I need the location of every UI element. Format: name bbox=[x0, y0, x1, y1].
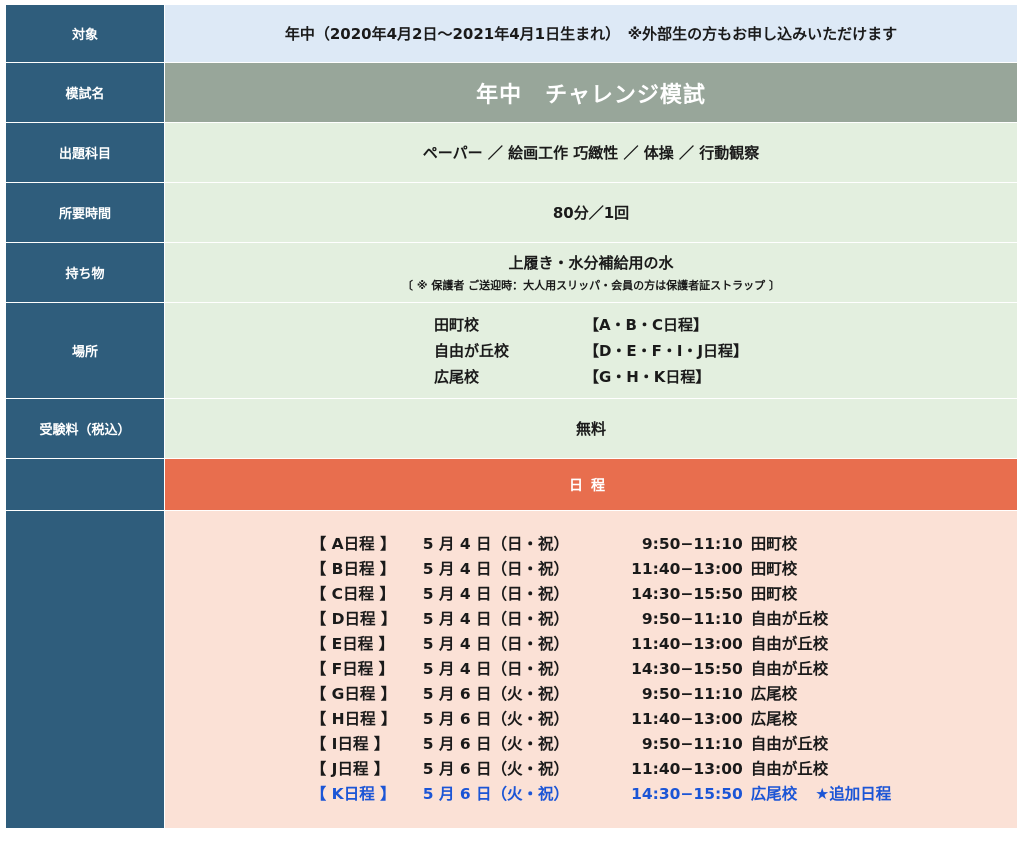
schedule-code: 【 I日程 】 bbox=[310, 735, 390, 753]
row-target: 対象 年中（2020年4月2日～2021年4月1日生まれ） ※外部生の方もお申し… bbox=[5, 4, 1018, 63]
location-name: 自由が丘校 bbox=[433, 341, 509, 360]
schedule-place: 自由が丘校 bbox=[750, 660, 829, 678]
schedule-place: 広尾校 bbox=[750, 710, 798, 728]
fee-value: 無料 bbox=[164, 398, 1018, 459]
schedule-date: 5 月 6 日（火・祝） bbox=[422, 685, 570, 703]
schedule-row: 【 A日程 】 5 月 4 日（日・祝） 9:50−11:10 田町校 bbox=[311, 532, 891, 557]
location-days: 【A・B・C日程】 bbox=[583, 315, 708, 334]
schedule-code: 【 J日程 】 bbox=[310, 760, 390, 778]
location-item: 田町校 【A・B・C日程】 bbox=[434, 312, 748, 338]
belongings-cell: 上履き・水分補給用の水 〔 ※ 保護者 ご送迎時：大人用スリッパ・会員の方は保護… bbox=[164, 242, 1018, 303]
schedule-date: 5 月 4 日（日・祝） bbox=[422, 585, 570, 603]
schedule-time: 9:50−11:10 bbox=[641, 610, 743, 628]
schedule-note: ★追加日程 bbox=[815, 785, 892, 803]
schedule-time: 14:30−15:50 bbox=[631, 785, 743, 803]
schedule-code: 【 C日程 】 bbox=[310, 585, 395, 603]
schedule-code: 【 F日程 】 bbox=[310, 660, 395, 678]
schedule-place: 田町校 bbox=[750, 560, 798, 578]
belongings-note: 〔 ※ 保護者 ご送迎時：大人用スリッパ・会員の方は保護者証ストラップ 〕 bbox=[401, 279, 780, 292]
row-exam-name: 模試名 年中 チャレンジ模試 bbox=[5, 62, 1018, 123]
target-value: 年中（2020年4月2日～2021年4月1日生まれ） ※外部生の方もお申し込みい… bbox=[164, 4, 1018, 63]
schedule-time: 9:50−11:10 bbox=[641, 735, 743, 753]
schedule-header: 日程 bbox=[164, 458, 1018, 511]
exam-info-table: 対象 年中（2020年4月2日～2021年4月1日生まれ） ※外部生の方もお申し… bbox=[5, 4, 1018, 829]
location-days: 【D・E・F・I・J日程】 bbox=[583, 341, 749, 360]
schedule-place: 広尾校 bbox=[750, 685, 798, 703]
schedule-code: 【 G日程 】 bbox=[310, 685, 397, 703]
schedule-place: 自由が丘校 bbox=[750, 760, 829, 778]
row-location: 場所 田町校 【A・B・C日程】 自由が丘校 【D・E・F・I・J日程】 広尾校 【G… bbox=[5, 302, 1018, 399]
schedule-row: 【 H日程 】 5 月 6 日（火・祝） 11:40−13:00 広尾校 bbox=[311, 707, 891, 732]
schedule-place: 自由が丘校 bbox=[750, 735, 829, 753]
schedule-place: 田町校 bbox=[750, 535, 798, 553]
schedule-row: 【 G日程 】 5 月 6 日（火・祝） 9:50−11:10 広尾校 bbox=[311, 682, 891, 707]
belongings-value: 上履き・水分補給用の水 bbox=[508, 254, 674, 272]
schedule-code: 【 E日程 】 bbox=[310, 635, 395, 653]
schedule-date: 5 月 4 日（日・祝） bbox=[422, 635, 570, 653]
label-location: 場所 bbox=[5, 302, 165, 399]
label-empty bbox=[5, 458, 165, 511]
schedule-date: 5 月 6 日（火・祝） bbox=[422, 710, 570, 728]
row-schedule: 【 A日程 】 5 月 4 日（日・祝） 9:50−11:10 田町校【 B日程 】 5… bbox=[5, 510, 1018, 829]
schedule-place: 広尾校 bbox=[750, 785, 798, 803]
schedule-row: 【 D日程 】 5 月 4 日（日・祝） 9:50−11:10 自由が丘校 bbox=[311, 607, 891, 632]
label-exam-name: 模試名 bbox=[5, 62, 165, 123]
row-subjects: 出題科目 ペーパー ／ 絵画工作 巧緻性 ／ 体操 ／ 行動観察 bbox=[5, 122, 1018, 183]
label-duration: 所要時間 bbox=[5, 182, 165, 243]
location-item: 自由が丘校 【D・E・F・I・J日程】 bbox=[434, 338, 748, 364]
schedule-time: 14:30−15:50 bbox=[631, 585, 743, 603]
row-duration: 所要時間 80分／1回 bbox=[5, 182, 1018, 243]
row-fee: 受験料（税込） 無料 bbox=[5, 398, 1018, 459]
label-empty bbox=[5, 510, 165, 829]
schedule-row: 【 E日程 】 5 月 4 日（日・祝） 11:40−13:00 自由が丘校 bbox=[311, 632, 891, 657]
schedule-place: 自由が丘校 bbox=[750, 610, 829, 628]
location-list: 田町校 【A・B・C日程】 自由が丘校 【D・E・F・I・J日程】 広尾校 【G・H・… bbox=[434, 312, 748, 390]
schedule-row: 【 J日程 】 5 月 6 日（火・祝） 11:40−13:00 自由が丘校 bbox=[311, 757, 891, 782]
label-belongings: 持ち物 bbox=[5, 242, 165, 303]
schedule-code: 【 B日程 】 bbox=[310, 560, 396, 578]
location-cell: 田町校 【A・B・C日程】 自由が丘校 【D・E・F・I・J日程】 広尾校 【G・H・… bbox=[164, 302, 1018, 399]
label-target: 対象 bbox=[5, 4, 165, 63]
schedule-code: 【 A日程 】 bbox=[310, 535, 396, 553]
schedule-code: 【 K日程 】 bbox=[310, 785, 396, 803]
schedule-code: 【 D日程 】 bbox=[310, 610, 397, 628]
schedule-time: 11:40−13:00 bbox=[631, 710, 743, 728]
schedule-date: 5 月 6 日（火・祝） bbox=[422, 785, 570, 803]
schedule-time: 11:40−13:00 bbox=[631, 760, 743, 778]
duration-value: 80分／1回 bbox=[164, 182, 1018, 243]
schedule-date: 5 月 4 日（日・祝） bbox=[422, 660, 570, 678]
schedule-date: 5 月 4 日（日・祝） bbox=[422, 535, 570, 553]
schedule-row: 【 I日程 】 5 月 6 日（火・祝） 9:50−11:10 自由が丘校 bbox=[311, 732, 891, 757]
label-subjects: 出題科目 bbox=[5, 122, 165, 183]
schedule-row: 【 C日程 】 5 月 4 日（日・祝） 14:30−15:50 田町校 bbox=[311, 582, 891, 607]
schedule-row: 【 K日程 】 5 月 6 日（火・祝） 14:30−15:50 広尾校 ★追加日程 bbox=[311, 782, 891, 807]
label-fee: 受験料（税込） bbox=[5, 398, 165, 459]
schedule-time: 9:50−11:10 bbox=[641, 685, 743, 703]
location-name: 田町校 bbox=[433, 315, 479, 334]
schedule-date: 5 月 4 日（日・祝） bbox=[422, 610, 570, 628]
schedule-time: 11:40−13:00 bbox=[631, 560, 743, 578]
schedule-code: 【 H日程 】 bbox=[310, 710, 397, 728]
schedule-date: 5 月 4 日（日・祝） bbox=[422, 560, 570, 578]
schedule-date: 5 月 6 日（火・祝） bbox=[422, 735, 570, 753]
schedule-time: 14:30−15:50 bbox=[631, 660, 743, 678]
schedule-place: 自由が丘校 bbox=[750, 635, 829, 653]
row-belongings: 持ち物 上履き・水分補給用の水 〔 ※ 保護者 ご送迎時：大人用スリッパ・会員の… bbox=[5, 242, 1018, 303]
exam-title: 年中 チャレンジ模試 bbox=[164, 62, 1018, 123]
subjects-value: ペーパー ／ 絵画工作 巧緻性 ／ 体操 ／ 行動観察 bbox=[164, 122, 1018, 183]
schedule-date: 5 月 6 日（火・祝） bbox=[422, 760, 570, 778]
schedule-row: 【 B日程 】 5 月 4 日（日・祝） 11:40−13:00 田町校 bbox=[311, 557, 891, 582]
schedule-time: 11:40−13:00 bbox=[631, 635, 743, 653]
schedule-list: 【 A日程 】 5 月 4 日（日・祝） 9:50−11:10 田町校【 B日程 】 5… bbox=[311, 532, 891, 807]
location-days: 【G・H・K日程】 bbox=[583, 367, 711, 386]
row-schedule-header: 日程 bbox=[5, 458, 1018, 511]
schedule-row: 【 F日程 】 5 月 4 日（日・祝） 14:30−15:50 自由が丘校 bbox=[311, 657, 891, 682]
schedule-time: 9:50−11:10 bbox=[641, 535, 743, 553]
schedule-cell: 【 A日程 】 5 月 4 日（日・祝） 9:50−11:10 田町校【 B日程 】 5… bbox=[164, 510, 1018, 829]
schedule-place: 田町校 bbox=[750, 585, 798, 603]
location-name: 広尾校 bbox=[433, 367, 479, 386]
location-item: 広尾校 【G・H・K日程】 bbox=[434, 364, 748, 390]
